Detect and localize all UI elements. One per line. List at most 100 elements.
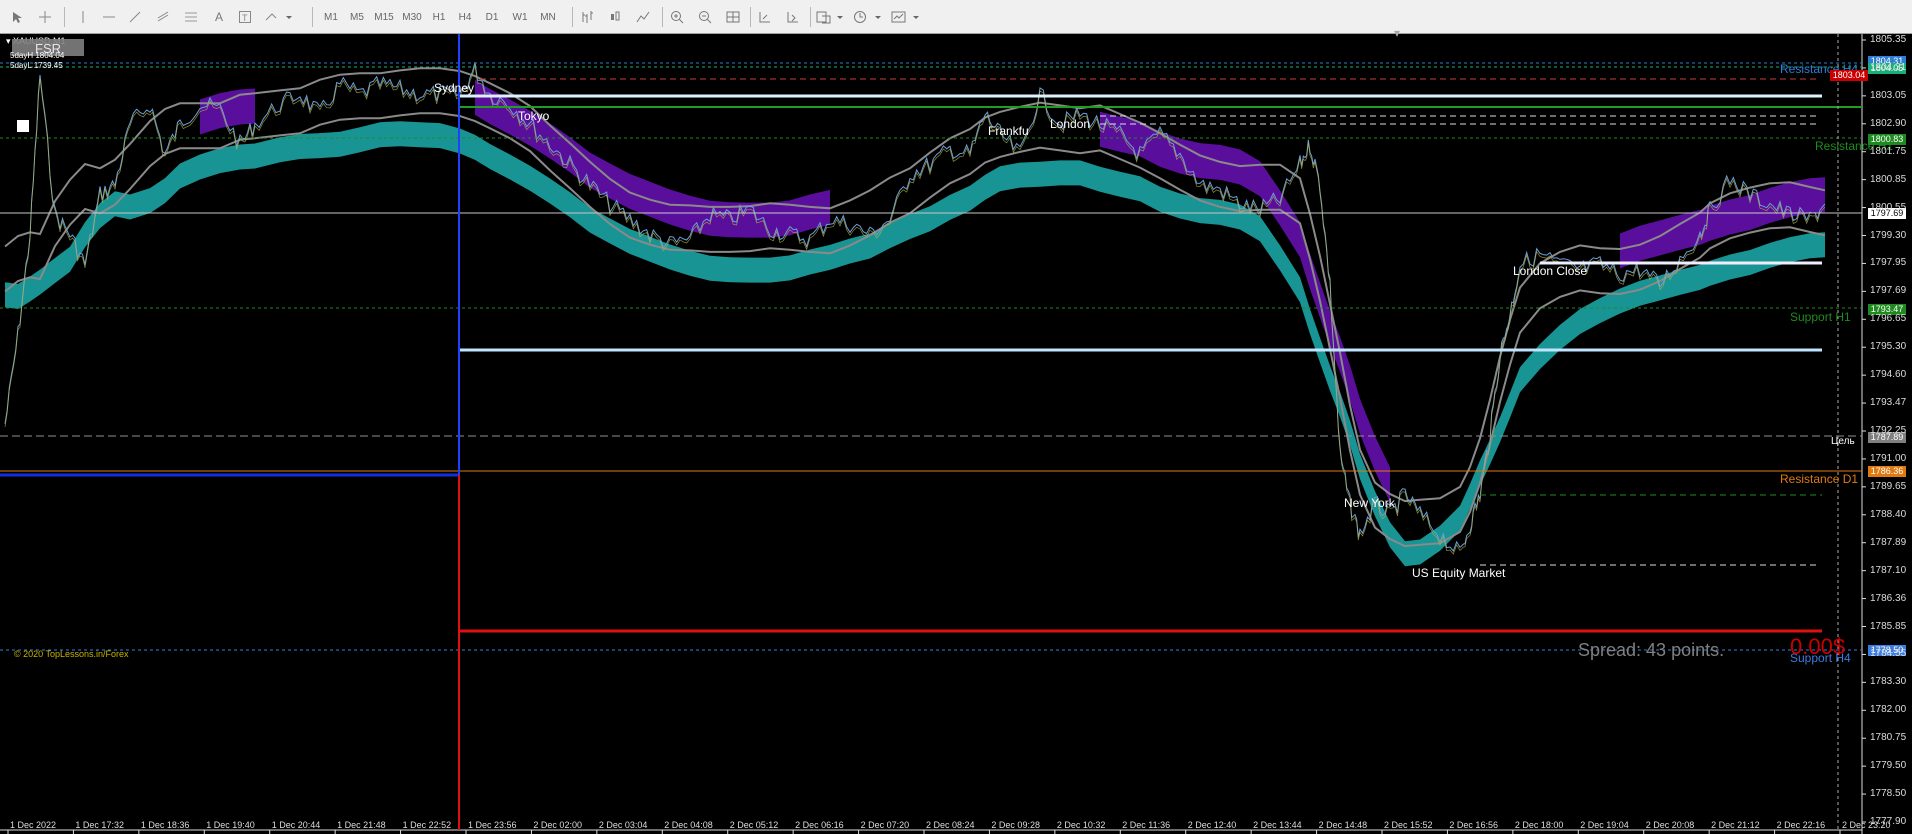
price-tick-label: 1805.35 (1870, 34, 1907, 45)
tile-windows-icon[interactable] (722, 7, 744, 27)
price-tick-label: 1787.10 (1870, 564, 1907, 576)
timeframe-h4[interactable]: H4 (452, 7, 478, 27)
price-tick-label: 1801.75 (1870, 145, 1907, 157)
time-tick-label: 2 Dec 05:12 (729, 820, 779, 830)
price-tick-label: 1797.95 (1870, 257, 1907, 269)
price-tick-label: 1796.65 (1870, 313, 1907, 325)
session-london-close: London Close (1513, 264, 1588, 278)
time-tick-label: 2 Dec 21:12 (1711, 820, 1760, 830)
text-icon[interactable]: A (208, 7, 230, 27)
chart-shift-icon[interactable] (754, 7, 776, 27)
vertical-line-icon[interactable] (72, 7, 94, 27)
fibonacci-icon[interactable] (180, 7, 202, 27)
time-tick-label: 2 Dec 07:20 (860, 820, 910, 830)
price-tick-label: 1791.00 (1870, 452, 1907, 464)
price-tick-label: 1799.30 (1870, 229, 1907, 241)
price-tick-label: 1800.55 (1870, 201, 1907, 213)
crosshair-icon[interactable] (34, 7, 56, 27)
price-tick-label: 1779.50 (1870, 760, 1907, 772)
copyright-text: © 2020 TopLessons.in/Forex (14, 649, 129, 659)
session-us-equity: US Equity Market (1412, 566, 1506, 580)
templates-dropdown-icon[interactable] (890, 7, 922, 27)
channel-icon[interactable] (152, 7, 174, 27)
time-tick-label: 1 Dec 2022 (10, 820, 57, 830)
price-tick-label: 1797.69 (1870, 285, 1907, 297)
price-tick-label: 1795.30 (1870, 341, 1907, 353)
session-frankfurt: Frankfu (988, 124, 1029, 138)
time-tick-label: 2 Dec 23:20 (1842, 820, 1891, 830)
time-tick-label: 1 Dec 21:48 (337, 820, 386, 830)
shapes-dropdown-icon[interactable] (262, 7, 296, 27)
time-tick-label: 1 Dec 17:32 (75, 820, 124, 830)
collapse-triangle-icon[interactable]: ▾ (6, 36, 11, 46)
session-london: London (1050, 117, 1091, 131)
price-tick-label: 1778.50 (1870, 788, 1907, 800)
time-tick-label: 1 Dec 20:44 (271, 820, 321, 830)
spread-text: Spread: 43 points. (1578, 640, 1725, 660)
indicators-dropdown-icon[interactable] (814, 7, 846, 27)
time-tick-label: 2 Dec 06:16 (795, 820, 844, 830)
time-tick-label: 2 Dec 03:04 (598, 820, 648, 830)
periodicity-dropdown-icon[interactable] (852, 7, 884, 27)
time-tick-label: 2 Dec 13:44 (1253, 820, 1302, 830)
time-tick-label: 1 Dec 18:36 (140, 820, 190, 830)
trendline-icon[interactable] (124, 7, 146, 27)
zoom-in-icon[interactable] (666, 7, 688, 27)
price-chart[interactable]: ▾ XAUUSD,M1 FSR 5dayH 1804.04 5dayL 1739… (0, 26, 1912, 834)
time-tick-label: 2 Dec 02:00 (533, 820, 582, 830)
timeframe-mn[interactable]: MN (534, 7, 562, 27)
bar-chart-icon[interactable] (576, 7, 598, 27)
autoscroll-icon[interactable] (782, 7, 804, 27)
time-tick-label: 2 Dec 22:16 (1776, 820, 1826, 830)
price-tick-label: 1800.85 (1870, 173, 1907, 185)
purple-cloud (475, 79, 830, 238)
svg-text:T: T (242, 13, 248, 23)
time-tick-label: 2 Dec 15:52 (1384, 820, 1433, 830)
price-tick-label: 1802.90 (1870, 117, 1907, 129)
timeframe-m5[interactable]: M5 (344, 7, 370, 27)
price-tick-label: 1780.75 (1870, 732, 1907, 744)
shift-marker-icon[interactable]: ▾ (1394, 26, 1400, 40)
timeframe-h1[interactable]: H1 (426, 7, 452, 27)
badge-red-level: 1803.04 (1830, 70, 1868, 81)
purple-cloud (200, 88, 255, 135)
timeframe-d1[interactable]: D1 (478, 7, 506, 27)
timeframe-m15[interactable]: M15 (370, 7, 398, 27)
line-chart-icon[interactable] (632, 7, 654, 27)
session-sydney: Sydney (434, 81, 475, 95)
label-resistance-d1: Resistance D1 (1780, 472, 1859, 486)
label-support-h1: Support H1 (1790, 310, 1851, 324)
chart-canvas (0, 34, 1866, 834)
price-tick-label: 1783.30 (1870, 676, 1907, 688)
checkbox-square[interactable] (17, 120, 29, 132)
price-tick-label: 1787.89 (1870, 536, 1907, 548)
five-day-low: 5dayL 1739.45 (10, 61, 63, 70)
price-tick-label: 1792.25 (1870, 425, 1907, 436)
five-day-high: 5dayH 1804.04 (10, 51, 65, 60)
text-label-icon[interactable]: T (234, 7, 256, 27)
price-tick-label: 1785.85 (1870, 620, 1907, 632)
time-tick-label: 2 Dec 16:56 (1449, 820, 1498, 830)
price-tick-label: 1793.47 (1870, 397, 1907, 409)
badge-resistance-d1: 1786.36 (1868, 466, 1906, 477)
price-tick-label: 1784.55 (1870, 648, 1907, 660)
time-tick-label: 2 Dec 12:40 (1187, 820, 1237, 830)
horizontal-line-icon[interactable] (98, 7, 120, 27)
label-target: Цель (1831, 436, 1855, 447)
time-tick-label: 1 Dec 22:52 (402, 820, 452, 830)
zoom-out-icon[interactable] (694, 7, 716, 27)
cursor-icon[interactable] (6, 7, 28, 27)
badge-resistance-h1: 1800.83 (1868, 134, 1906, 145)
time-tick-label: 2 Dec 18:00 (1514, 820, 1564, 830)
price-tick-label: 1786.36 (1870, 592, 1907, 604)
session-new-york: New York (1344, 496, 1395, 510)
timeframe-w1[interactable]: W1 (506, 7, 534, 27)
session-tokyo: Tokyo (518, 109, 550, 123)
teal-cloud (5, 121, 1825, 567)
profit-text: 0.00$ (1790, 634, 1846, 659)
price-tick-label: 1782.00 (1870, 704, 1907, 716)
time-tick-label: 2 Dec 11:36 (1122, 820, 1171, 830)
candlestick-icon[interactable] (604, 7, 626, 27)
timeframe-m30[interactable]: M30 (398, 7, 426, 27)
timeframe-m1[interactable]: M1 (318, 7, 344, 27)
